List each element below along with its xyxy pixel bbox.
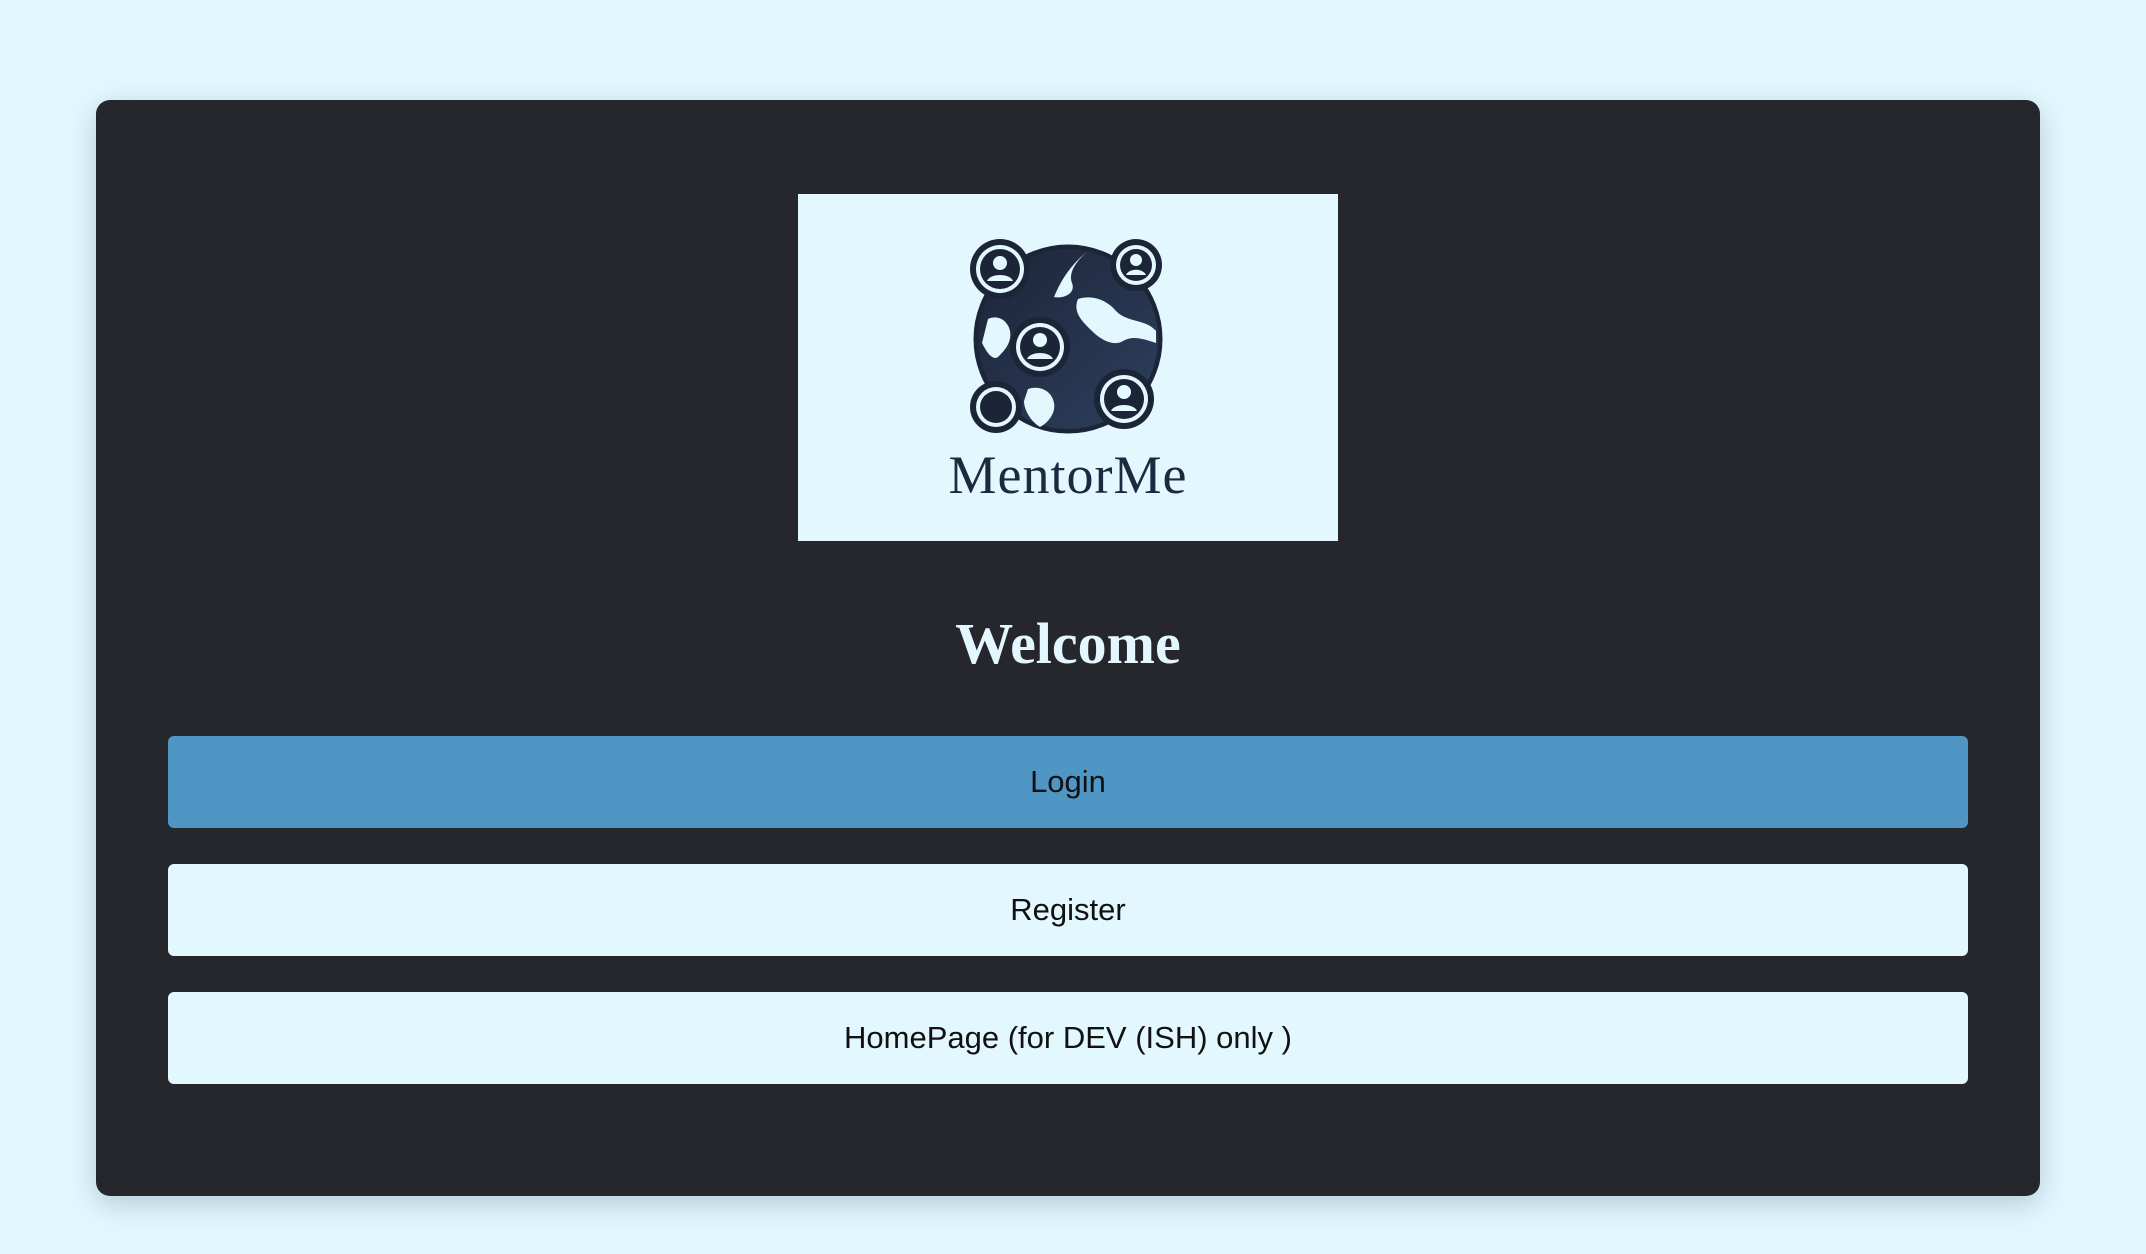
- logo: MentorMe: [798, 194, 1338, 541]
- homepage-dev-button[interactable]: HomePage (for DEV (ISH) only ): [168, 992, 1968, 1084]
- register-button[interactable]: Register: [168, 864, 1968, 956]
- globe-people-icon: [970, 239, 1163, 434]
- welcome-card: MentorMe Welcome Login Register HomePage…: [96, 100, 2040, 1196]
- page-title: Welcome: [955, 611, 1181, 676]
- logo-text: MentorMe: [948, 445, 1188, 505]
- login-button[interactable]: Login: [168, 736, 1968, 828]
